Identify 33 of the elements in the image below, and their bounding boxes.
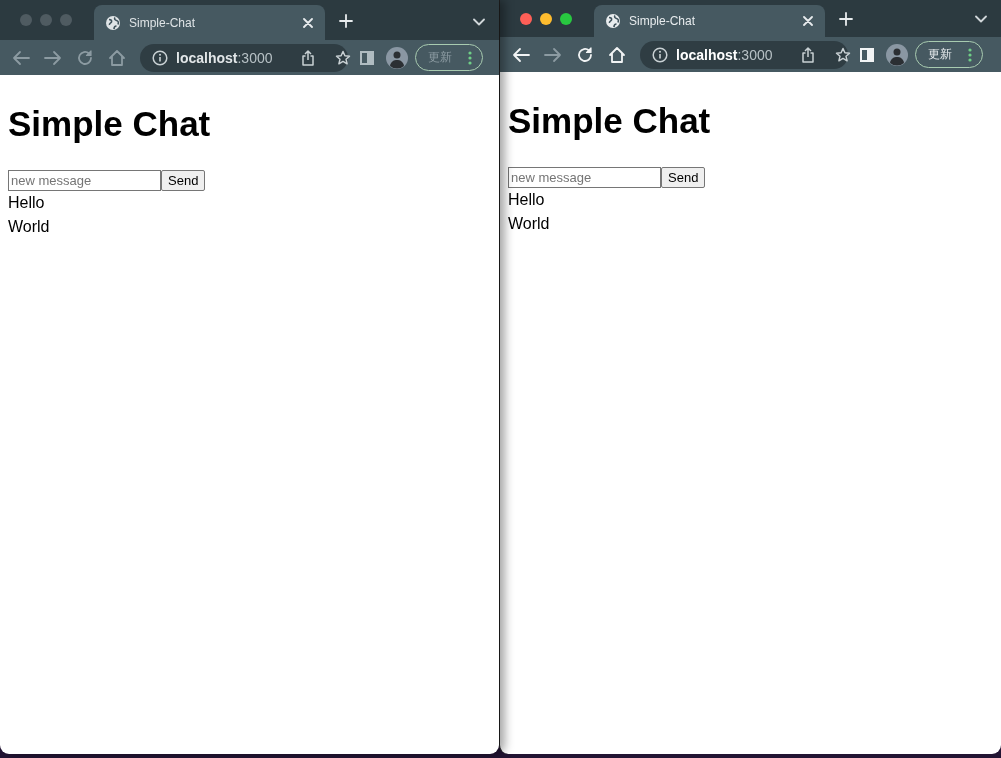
share-icon[interactable] <box>800 46 815 63</box>
tab-title: Simple-Chat <box>129 15 197 30</box>
info-icon[interactable] <box>152 49 168 66</box>
globe-icon <box>606 14 620 28</box>
browser-tab[interactable]: Simple-Chat <box>594 5 825 37</box>
more-options-icon[interactable] <box>968 47 972 62</box>
message-input[interactable]: new message <box>508 167 661 188</box>
star-icon[interactable] <box>334 49 351 66</box>
page-heading: Simple Chat <box>508 100 712 142</box>
send-button[interactable]: Send <box>661 167 706 188</box>
more-options-icon[interactable] <box>468 50 472 65</box>
page-heading: Simple Chat <box>8 103 212 145</box>
chat-message: Hello <box>8 193 46 213</box>
address-bar[interactable]: localhost:3000 <box>640 40 848 69</box>
chevron-down-icon[interactable] <box>975 15 987 23</box>
share-icon[interactable] <box>300 49 315 66</box>
chat-message: World <box>8 217 51 237</box>
chat-message: Hello <box>508 190 546 210</box>
minimize-window-button[interactable] <box>540 12 552 25</box>
maximize-window-button[interactable] <box>560 12 572 25</box>
close-icon[interactable] <box>303 17 313 28</box>
url-text: localhost:3000 <box>176 49 273 66</box>
star-icon[interactable] <box>834 46 851 63</box>
reload-icon[interactable] <box>576 45 594 64</box>
plus-icon[interactable] <box>839 12 853 26</box>
tab-title: Simple-Chat <box>629 14 697 28</box>
avatar-icon[interactable] <box>886 43 908 66</box>
close-window-button[interactable] <box>520 12 532 25</box>
info-icon[interactable] <box>652 46 668 63</box>
url-text: localhost:3000 <box>676 46 773 63</box>
close-icon[interactable] <box>803 16 813 26</box>
chat-message: World <box>508 214 551 234</box>
globe-icon <box>106 15 120 30</box>
